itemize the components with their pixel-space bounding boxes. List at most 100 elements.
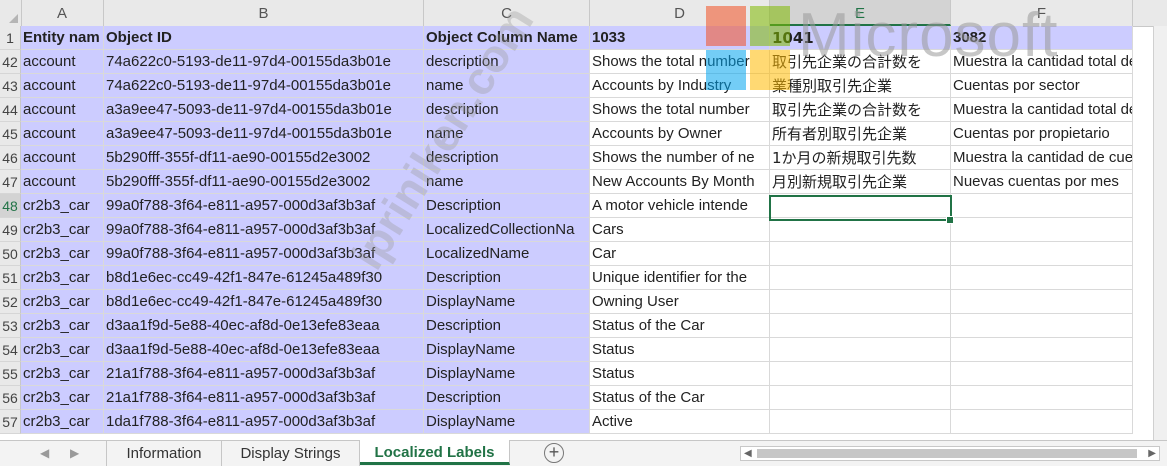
- horizontal-scrollbar[interactable]: ◀ ▶: [740, 446, 1160, 461]
- cell-lang-1033[interactable]: Car: [590, 242, 770, 266]
- row-number[interactable]: 57: [0, 410, 21, 434]
- add-sheet-icon[interactable]: +: [544, 443, 564, 463]
- cell-lang-1033[interactable]: Shows the total number: [590, 50, 770, 74]
- column-header-c[interactable]: C: [424, 0, 590, 26]
- cell-object-id[interactable]: 99a0f788-3f64-e811-a957-000d3af3b3af: [104, 242, 424, 266]
- cell-object-id[interactable]: d3aa1f9d-5e88-40ec-af8d-0e13efe83eaa: [104, 314, 424, 338]
- cell-object-id[interactable]: b8d1e6ec-cc49-42f1-847e-61245a489f30: [104, 266, 424, 290]
- cell-entity[interactable]: cr2b3_car: [21, 386, 104, 410]
- cell-lang-1041[interactable]: 月別新規取引先企業: [770, 170, 951, 194]
- row-number[interactable]: 42: [0, 50, 21, 74]
- tab-scroll-right-icon[interactable]: ▶: [70, 441, 79, 466]
- cell-object-id[interactable]: 74a622c0-5193-de11-97d4-00155da3b01e: [104, 50, 424, 74]
- cell-entity[interactable]: account: [21, 50, 104, 74]
- cell-object-id[interactable]: a3a9ee47-5093-de11-97d4-00155da3b01e: [104, 98, 424, 122]
- cell-lang-1041[interactable]: [770, 194, 951, 218]
- cell-object-id[interactable]: 5b290fff-355f-df11-ae90-00155d2e3002: [104, 170, 424, 194]
- cell-lang-1041[interactable]: 取引先企業の合計数を: [770, 50, 951, 74]
- column-header-e[interactable]: E: [770, 0, 951, 26]
- cell-lang-3082[interactable]: [951, 386, 1133, 410]
- column-header-d[interactable]: D: [590, 0, 770, 26]
- cell-object-id[interactable]: d3aa1f9d-5e88-40ec-af8d-0e13efe83eaa: [104, 338, 424, 362]
- cell-lang-1033[interactable]: A motor vehicle intende: [590, 194, 770, 218]
- cell-entity[interactable]: cr2b3_car: [21, 194, 104, 218]
- tab-localized-labels[interactable]: Localized Labels: [360, 440, 510, 465]
- cell-column-name[interactable]: name: [424, 74, 590, 98]
- cell-column-name[interactable]: Description: [424, 314, 590, 338]
- cell-entity[interactable]: account: [21, 98, 104, 122]
- cell-column-name[interactable]: DisplayName: [424, 290, 590, 314]
- cell-column-name[interactable]: name: [424, 122, 590, 146]
- cell-lang-1041[interactable]: [770, 218, 951, 242]
- cell-column-name[interactable]: name: [424, 170, 590, 194]
- row-number[interactable]: 47: [0, 170, 21, 194]
- cell-object-id[interactable]: a3a9ee47-5093-de11-97d4-00155da3b01e: [104, 122, 424, 146]
- cell-column-name[interactable]: LocalizedCollectionNa: [424, 218, 590, 242]
- cell-lang-1041[interactable]: [770, 242, 951, 266]
- cell-lang-1033[interactable]: Accounts by Industry: [590, 74, 770, 98]
- cell-column-name[interactable]: DisplayName: [424, 410, 590, 434]
- row-number[interactable]: 49: [0, 218, 21, 242]
- cell-lang-1041[interactable]: [770, 362, 951, 386]
- cell-lang-3082[interactable]: [951, 362, 1133, 386]
- cell-entity[interactable]: account: [21, 170, 104, 194]
- cell-entity[interactable]: account: [21, 146, 104, 170]
- cell-lang-3082[interactable]: [951, 242, 1133, 266]
- cell-lang-3082[interactable]: Nuevas cuentas por mes: [951, 170, 1133, 194]
- cell-object-id[interactable]: 5b290fff-355f-df11-ae90-00155d2e3002: [104, 146, 424, 170]
- select-all-corner[interactable]: [0, 0, 22, 26]
- cell-column-name[interactable]: Object Column Name: [424, 26, 590, 50]
- cell-lang-3082[interactable]: [951, 290, 1133, 314]
- cell-lang-3082[interactable]: Muestra la cantidad total de: [951, 50, 1133, 74]
- cell-column-name[interactable]: DisplayName: [424, 338, 590, 362]
- cell-entity[interactable]: cr2b3_car: [21, 314, 104, 338]
- cell-lang-1041[interactable]: 所有者別取引先企業: [770, 122, 951, 146]
- cell-lang-1033[interactable]: Shows the number of ne: [590, 146, 770, 170]
- cell-object-id[interactable]: 74a622c0-5193-de11-97d4-00155da3b01e: [104, 74, 424, 98]
- cell-column-name[interactable]: DisplayName: [424, 362, 590, 386]
- cell-entity[interactable]: account: [21, 122, 104, 146]
- cell-entity[interactable]: cr2b3_car: [21, 266, 104, 290]
- tab-display-strings[interactable]: Display Strings: [222, 441, 360, 466]
- cell-entity[interactable]: cr2b3_car: [21, 290, 104, 314]
- tab-scroll-left-icon[interactable]: ◀: [40, 441, 49, 466]
- cell-lang-3082[interactable]: Cuentas por propietario: [951, 122, 1133, 146]
- fill-handle[interactable]: [946, 216, 954, 224]
- row-number[interactable]: 50: [0, 242, 21, 266]
- cell-column-name[interactable]: description: [424, 146, 590, 170]
- cell-lang-3082[interactable]: 3082: [951, 26, 1133, 50]
- column-header-a[interactable]: A: [21, 0, 104, 26]
- row-number[interactable]: 55: [0, 362, 21, 386]
- cell-column-name[interactable]: LocalizedName: [424, 242, 590, 266]
- cell-column-name[interactable]: Description: [424, 194, 590, 218]
- cell-lang-3082[interactable]: [951, 410, 1133, 434]
- cell-lang-1041[interactable]: [770, 338, 951, 362]
- cell-lang-1033[interactable]: Accounts by Owner: [590, 122, 770, 146]
- row-number[interactable]: 53: [0, 314, 21, 338]
- cell-object-id[interactable]: b8d1e6ec-cc49-42f1-847e-61245a489f30: [104, 290, 424, 314]
- cell-lang-1041[interactable]: 1か月の新規取引先数: [770, 146, 951, 170]
- cell-lang-1033[interactable]: Active: [590, 410, 770, 434]
- cell-lang-3082[interactable]: Muestra la cantidad de cue: [951, 146, 1133, 170]
- cell-lang-1033[interactable]: Status: [590, 338, 770, 362]
- cell-lang-1033[interactable]: Shows the total number: [590, 98, 770, 122]
- cell-column-name[interactable]: Description: [424, 386, 590, 410]
- cell-entity[interactable]: Entity nam: [21, 26, 104, 50]
- cell-lang-1041[interactable]: [770, 314, 951, 338]
- cell-lang-1041[interactable]: [770, 290, 951, 314]
- cell-lang-1033[interactable]: 1033: [590, 26, 770, 50]
- cell-entity[interactable]: account: [21, 74, 104, 98]
- cell-lang-1033[interactable]: Status: [590, 362, 770, 386]
- cell-lang-3082[interactable]: Cuentas por sector: [951, 74, 1133, 98]
- cell-column-name[interactable]: description: [424, 50, 590, 74]
- cell-object-id[interactable]: Object ID: [104, 26, 424, 50]
- cell-lang-1033[interactable]: Status of the Car: [590, 314, 770, 338]
- cell-lang-3082[interactable]: [951, 314, 1133, 338]
- cell-lang-1033[interactable]: Unique identifier for the: [590, 266, 770, 290]
- cell-entity[interactable]: cr2b3_car: [21, 242, 104, 266]
- cell-object-id[interactable]: 99a0f788-3f64-e811-a957-000d3af3b3af: [104, 194, 424, 218]
- vertical-scrollbar[interactable]: [1153, 26, 1167, 440]
- scroll-left-icon[interactable]: ◀: [744, 447, 752, 460]
- cell-entity[interactable]: cr2b3_car: [21, 218, 104, 242]
- cell-lang-1033[interactable]: Status of the Car: [590, 386, 770, 410]
